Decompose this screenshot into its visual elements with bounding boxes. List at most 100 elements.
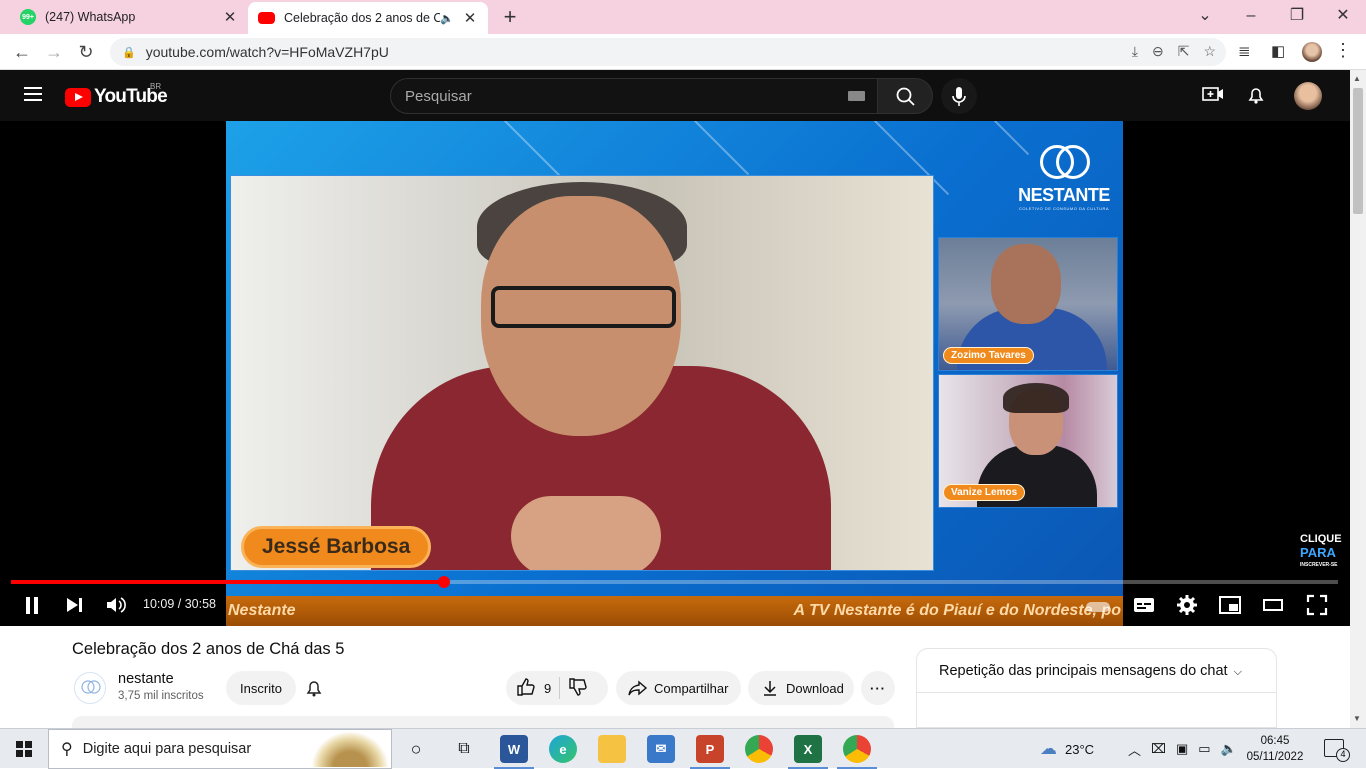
network-icon[interactable]: ▣: [1176, 741, 1188, 757]
dislike-button[interactable]: [568, 677, 588, 700]
volume-button[interactable]: [106, 593, 126, 617]
mail-icon[interactable]: ✉: [647, 735, 675, 763]
thumbs-down-icon: [569, 677, 587, 696]
taskbar-clock[interactable]: 06:45 05/11/2022: [1244, 733, 1306, 765]
forward-button[interactable]: →: [42, 40, 66, 64]
theater-mode-button[interactable]: [1261, 593, 1285, 617]
minimize-button[interactable]: –: [1228, 3, 1274, 29]
main-speaker-name-tag: Jessé Barbosa: [241, 526, 432, 568]
share-icon[interactable]: ⇱: [1178, 43, 1190, 60]
subscriber-count: 3,75 mil inscritos: [118, 690, 204, 702]
close-window-button[interactable]: ✕: [1320, 3, 1366, 29]
search-input[interactable]: Pesquisar: [390, 78, 878, 114]
edge-icon[interactable]: e: [549, 735, 577, 763]
tab-youtube[interactable]: Celebração dos 2 anos de Chá 🔈 ✕: [248, 2, 488, 34]
description-box[interactable]: [72, 716, 894, 728]
taskbar-search-input[interactable]: ⚲ Digite aqui para pesquisar: [48, 729, 392, 769]
voice-search-button[interactable]: [941, 78, 977, 114]
tab-search-chevron-icon[interactable]: ⌄: [1182, 3, 1228, 29]
fullscreen-button[interactable]: [1305, 593, 1329, 617]
page-scrollbar[interactable]: ▲ ▼: [1350, 70, 1366, 728]
miniplayer-button[interactable]: [1218, 593, 1242, 617]
next-button[interactable]: [64, 593, 84, 617]
notification-center-icon[interactable]: 4: [1324, 739, 1350, 762]
chrome-icon[interactable]: [745, 735, 773, 763]
reload-button[interactable]: ↻: [74, 40, 98, 64]
subtitles-button[interactable]: [1132, 593, 1156, 617]
news-ticker: Nestante A TV Nestante é do Piauí e do N…: [226, 596, 1123, 626]
account-avatar[interactable]: [1294, 82, 1322, 110]
url-text[interactable]: youtube.com/watch?v=HFoMaVZH7pU: [146, 44, 389, 60]
scroll-up-icon[interactable]: ▲: [1353, 74, 1361, 83]
more-actions-button[interactable]: ···: [861, 671, 895, 705]
close-icon[interactable]: ✕: [220, 8, 240, 26]
usb-icon[interactable]: ⌧: [1151, 741, 1166, 757]
chevron-down-icon[interactable]: ⌵: [1234, 666, 1242, 678]
install-app-icon[interactable]: ⤓: [1132, 43, 1138, 60]
close-icon[interactable]: ✕: [460, 9, 480, 27]
share-button[interactable]: Compartilhar: [616, 671, 741, 705]
miniplayer-icon: [1219, 596, 1241, 614]
video-frame[interactable]: Jessé Barbosa NESTANTE COLETIVO DE CONSU…: [226, 121, 1123, 626]
file-explorer-icon[interactable]: [598, 735, 626, 763]
video-title: Celebração dos 2 anos de Chá das 5: [72, 640, 345, 658]
search-button[interactable]: [877, 78, 933, 114]
channel-name[interactable]: nestante: [118, 671, 174, 687]
subscribe-cta[interactable]: CLIQUE PARA INSCREVER-SE: [1300, 533, 1342, 572]
cortana-icon[interactable]: ○: [402, 735, 430, 763]
new-tab-button[interactable]: +: [498, 4, 522, 30]
pause-button[interactable]: [24, 593, 40, 617]
browser-toolbar: ← → ↻ 🔒 youtube.com/watch?v=HFoMaVZH7pU …: [0, 34, 1366, 70]
browser-menu-icon[interactable]: ⋮: [1334, 40, 1352, 61]
address-bar[interactable]: 🔒 youtube.com/watch?v=HFoMaVZH7pU ⤓ ⊖ ⇱ …: [110, 38, 1226, 66]
keyboard-icon[interactable]: [848, 91, 865, 101]
powerpoint-icon[interactable]: P: [690, 735, 730, 769]
channel-avatar[interactable]: [74, 672, 106, 704]
battery-icon[interactable]: ▭: [1198, 741, 1210, 757]
windows-start-icon[interactable]: [16, 741, 32, 757]
back-button[interactable]: ←: [10, 40, 34, 64]
menu-icon[interactable]: [24, 87, 42, 101]
word-icon[interactable]: W: [494, 735, 534, 769]
chat-replay-panel: Repetição das principais mensagens do ch…: [916, 648, 1277, 728]
progress-played: [11, 580, 444, 584]
share-arrow-icon: [628, 680, 648, 696]
media-control-icon[interactable]: ≣: [1238, 42, 1251, 60]
profile-avatar[interactable]: [1302, 42, 1322, 62]
youtube-logo[interactable]: YouTube BR: [65, 82, 168, 108]
settings-button[interactable]: [1175, 593, 1199, 617]
restore-button[interactable]: ❐: [1274, 3, 1320, 29]
excel-icon[interactable]: X: [788, 735, 828, 769]
progress-bar[interactable]: [11, 576, 1338, 588]
tab-whatsapp[interactable]: 99+ (247) WhatsApp ✕: [0, 0, 248, 34]
time-display: 10:09 / 30:58: [143, 597, 216, 611]
audio-playing-icon[interactable]: 🔈: [440, 12, 454, 25]
chevron-up-icon[interactable]: ︿: [1128, 740, 1141, 759]
browser-tab-strip: 99+ (247) WhatsApp ✕ Celebração dos 2 an…: [0, 0, 1366, 34]
video-player[interactable]: Jessé Barbosa NESTANTE COLETIVO DE CONSU…: [0, 121, 1350, 626]
subscribed-button[interactable]: Inscrito: [226, 671, 296, 705]
like-count: 9: [544, 680, 552, 696]
scrollbar-thumb[interactable]: [1353, 88, 1363, 214]
progress-scrubber[interactable]: [437, 576, 450, 588]
lock-icon[interactable]: 🔒: [122, 46, 136, 59]
scroll-down-icon[interactable]: ▼: [1353, 714, 1361, 723]
side-speaker-camera: Zozimo Tavares: [938, 237, 1118, 371]
side-panel-icon[interactable]: ◧: [1271, 42, 1285, 60]
weather-widget[interactable]: ☁ 23°C: [1040, 729, 1094, 769]
chat-panel-header[interactable]: Repetição das principais mensagens do ch…: [917, 649, 1276, 693]
create-video-icon[interactable]: [1202, 85, 1224, 108]
task-view-icon[interactable]: ⧉: [450, 735, 478, 763]
chrome-profile-icon[interactable]: [837, 735, 877, 769]
youtube-play-icon: [65, 87, 91, 107]
download-button[interactable]: Download: [748, 671, 854, 705]
bookmark-star-icon[interactable]: ☆: [1203, 43, 1216, 60]
search-highlight-image: [311, 731, 389, 767]
ticker-pause-icon: [1086, 602, 1110, 612]
tab-title: (247) WhatsApp: [45, 10, 136, 24]
channel-bell-icon[interactable]: [305, 678, 323, 703]
zoom-icon[interactable]: ⊖: [1152, 43, 1164, 60]
like-button[interactable]: [516, 677, 536, 700]
speaker-icon[interactable]: 🔈: [1221, 741, 1237, 757]
notifications-bell-icon[interactable]: [1246, 85, 1266, 110]
